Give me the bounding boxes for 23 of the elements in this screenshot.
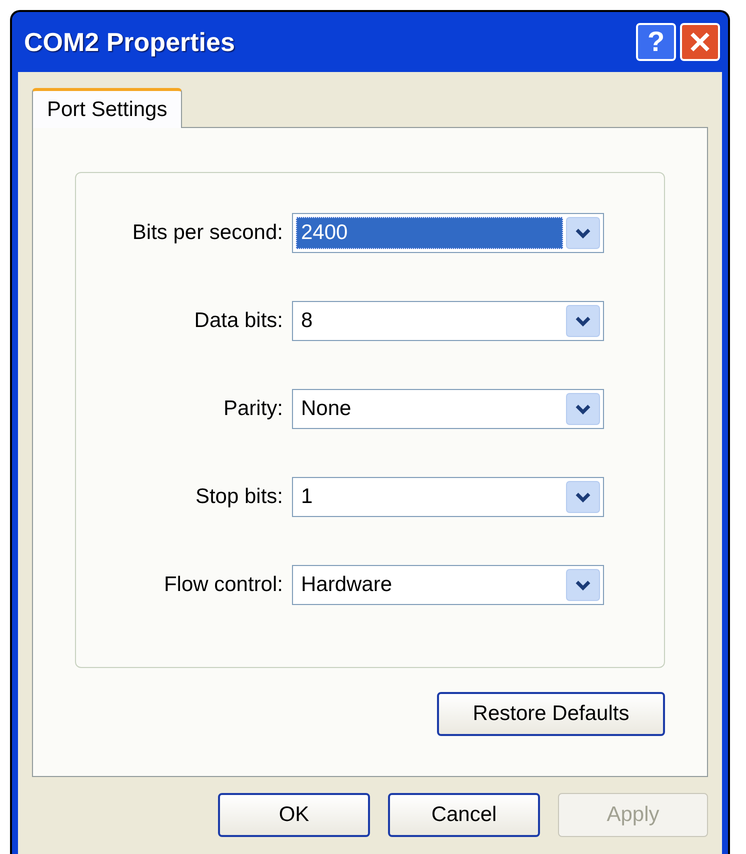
field-label: Parity: — [222, 396, 284, 422]
dropdown[interactable]: None — [292, 389, 604, 429]
close-button[interactable] — [680, 23, 720, 61]
field-label: Data bits: — [193, 308, 284, 334]
field-label: Stop bits: — [194, 484, 284, 510]
dropdown-value: Hardware — [300, 572, 394, 598]
window-title: COM2 Properties — [24, 26, 235, 58]
field-label: Flow control: — [162, 572, 284, 598]
close-icon — [689, 31, 711, 53]
dropdown-value: None — [300, 396, 352, 422]
dropdown[interactable]: 2400 — [292, 213, 604, 253]
restore-defaults-button[interactable]: Restore Defaults — [437, 692, 665, 736]
dropdown[interactable]: Hardware — [292, 565, 604, 605]
dropdown-value: 2400 — [296, 217, 563, 249]
help-button[interactable]: ? — [636, 23, 676, 61]
dialog-button[interactable]: Cancel — [388, 793, 540, 837]
dropdown-value: 8 — [300, 308, 314, 334]
dropdown-value: 1 — [300, 484, 314, 510]
tab[interactable]: Port Settings — [32, 88, 182, 128]
dropdown[interactable]: 1 — [292, 477, 604, 517]
dialog-button[interactable]: OK — [218, 793, 370, 837]
field-label: Bits per second: — [131, 220, 284, 246]
dropdown[interactable]: 8 — [292, 301, 604, 341]
